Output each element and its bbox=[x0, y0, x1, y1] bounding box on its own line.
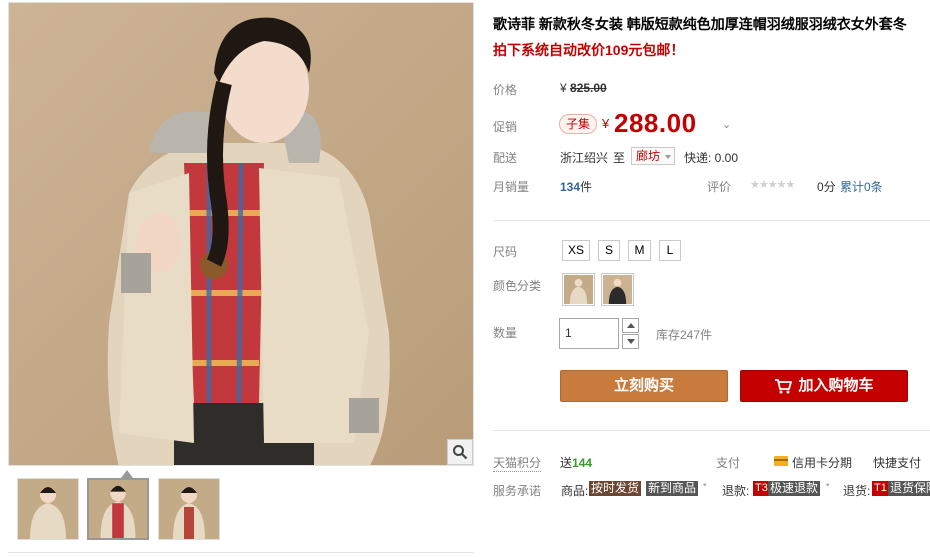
color-label: 颜色分类 bbox=[493, 279, 542, 293]
promo-tag: 子集 bbox=[559, 114, 598, 134]
return-code-badge: T1 bbox=[872, 481, 889, 496]
model-photo bbox=[9, 3, 473, 465]
fast-pay-link[interactable]: 快捷支付 bbox=[873, 454, 921, 471]
thumbnail-image bbox=[159, 479, 219, 539]
cart-icon bbox=[775, 379, 793, 394]
color-option-black[interactable] bbox=[601, 273, 634, 306]
chevron-down-icon[interactable]: ⌄ bbox=[722, 118, 731, 131]
separator-dot: • bbox=[703, 480, 707, 491]
thumbnail-2[interactable] bbox=[87, 478, 149, 540]
quantity-input[interactable]: 1 bbox=[559, 318, 619, 349]
review-count-link[interactable]: 累计0条 bbox=[840, 178, 883, 195]
zoom-button[interactable] bbox=[447, 439, 473, 465]
thumbnail-1[interactable] bbox=[17, 478, 79, 540]
rating-stars-icon: ★★★★★ bbox=[750, 179, 795, 191]
product-subtitle: 拍下系统自动改价109元包邮！ bbox=[493, 42, 685, 58]
size-option-s[interactable]: S bbox=[598, 240, 620, 261]
monthly-sales-count: 134 bbox=[560, 180, 581, 194]
product-title: 歌诗菲 新款秋冬女装 韩版短款纯色加厚连帽羽绒服羽绒衣女外套冬 bbox=[493, 16, 907, 32]
badge-return-guarantee[interactable]: 退货保障 bbox=[888, 481, 930, 496]
quantity-label: 数量 bbox=[493, 326, 518, 340]
rating-label: 评价 bbox=[707, 180, 732, 194]
color-option-beige[interactable] bbox=[562, 273, 595, 306]
size-option-xs[interactable]: XS bbox=[562, 240, 590, 261]
destination-city: 廊坊 bbox=[636, 149, 661, 163]
quantity-decrease-button[interactable] bbox=[622, 334, 639, 349]
delivery-label: 配送 bbox=[493, 151, 518, 165]
points-give-word: 送 bbox=[560, 456, 573, 470]
service-goods-prefix: 商品: bbox=[561, 484, 589, 498]
promo-currency: ¥ bbox=[602, 116, 610, 131]
rating-score: 0分 bbox=[817, 180, 836, 194]
monthly-sales-unit: 件 bbox=[580, 180, 593, 194]
monthly-sales-label: 月销量 bbox=[493, 180, 530, 194]
divider bbox=[493, 220, 930, 221]
stock-count: 库存247件 bbox=[656, 328, 713, 342]
points-value: 144 bbox=[572, 456, 593, 470]
badge-fast-refund[interactable]: 极速退款 bbox=[768, 481, 821, 496]
service-return-prefix: 退货: bbox=[843, 484, 871, 498]
original-price-value: 825.00 bbox=[570, 81, 607, 95]
main-product-image[interactable] bbox=[8, 2, 474, 466]
add-to-cart-button[interactable]: 加入购物车 bbox=[740, 370, 908, 402]
currency-symbol: ¥ bbox=[560, 81, 567, 95]
size-label: 尺码 bbox=[493, 245, 518, 259]
thumbnail-image bbox=[89, 480, 147, 538]
caret-down-icon bbox=[665, 155, 671, 159]
ship-from: 浙江绍兴 bbox=[560, 151, 609, 165]
service-refund-prefix: 退款: bbox=[722, 484, 750, 498]
tmall-points-label[interactable]: 天猫积分 bbox=[493, 454, 542, 472]
color-swatch-image bbox=[603, 275, 632, 304]
thumbnail-3[interactable] bbox=[158, 478, 220, 540]
payment-label: 支付 bbox=[716, 456, 741, 470]
gallery-divider bbox=[8, 552, 474, 553]
size-option-l[interactable]: L bbox=[659, 240, 681, 261]
monthly-sales: 134件 bbox=[560, 178, 592, 195]
add-to-cart-label: 加入购物车 bbox=[798, 377, 874, 394]
thumbnail-strip bbox=[8, 470, 474, 550]
express-fee: 快递: 0.00 bbox=[684, 151, 739, 165]
active-thumb-indicator bbox=[121, 470, 133, 478]
thumbnail-image bbox=[18, 479, 78, 539]
promo-label: 促销 bbox=[493, 120, 518, 134]
magnifier-icon bbox=[453, 445, 468, 460]
badge-ontime-shipping[interactable]: 按时发货 bbox=[589, 481, 642, 496]
tmall-points: 送144 bbox=[560, 454, 592, 471]
credit-card-icon bbox=[774, 456, 788, 466]
separator-dot: • bbox=[826, 480, 830, 491]
credit-installment-link[interactable]: 信用卡分期 bbox=[792, 454, 852, 471]
arrow-down-icon bbox=[626, 339, 635, 344]
size-option-m[interactable]: M bbox=[628, 240, 651, 261]
destination-city-select[interactable]: 廊坊 bbox=[631, 147, 675, 165]
service-label: 服务承诺 bbox=[493, 484, 542, 498]
arrow-up-icon bbox=[626, 323, 635, 328]
buy-now-button[interactable]: 立刻购买 bbox=[560, 370, 728, 402]
original-price: ¥ 825.00 bbox=[560, 81, 607, 95]
quantity-increase-button[interactable] bbox=[622, 318, 639, 333]
badge-new-arrival[interactable]: 新到商品 bbox=[646, 481, 699, 496]
promo-price: 288.00 bbox=[614, 108, 697, 138]
price-label: 价格 bbox=[493, 83, 518, 97]
ship-to-word: 至 bbox=[613, 151, 626, 165]
divider bbox=[493, 430, 930, 431]
color-swatch-image bbox=[564, 275, 593, 304]
